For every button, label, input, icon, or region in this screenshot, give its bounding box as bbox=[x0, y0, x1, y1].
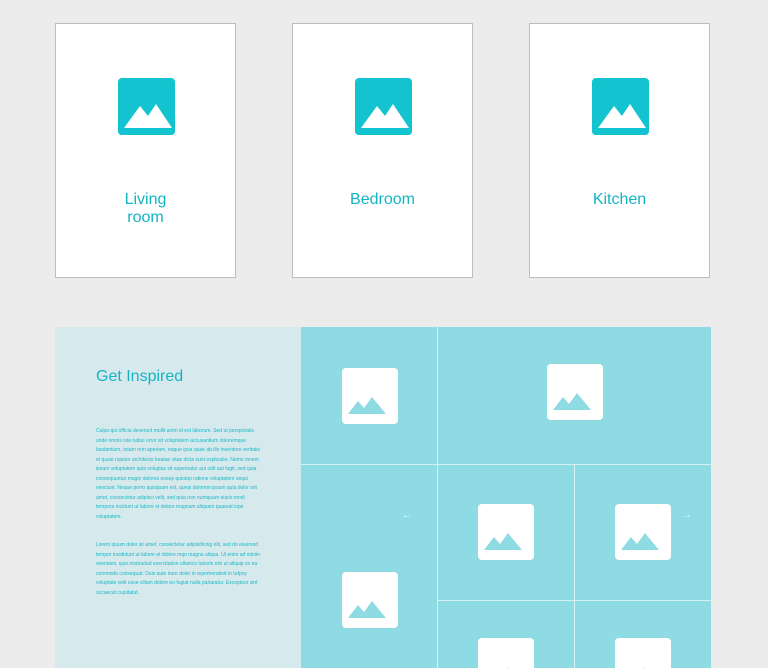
category-label: Living room bbox=[124, 191, 167, 226]
grid-divider bbox=[437, 600, 711, 601]
grid-divider bbox=[301, 464, 711, 465]
image-icon bbox=[507, 667, 509, 668]
image-icon bbox=[348, 397, 386, 414]
image-icon bbox=[644, 667, 646, 668]
image-icon bbox=[355, 78, 412, 135]
inspired-text-panel: Get Inspired Culpa qui officia deserunt … bbox=[55, 327, 301, 668]
category-card-bedroom[interactable]: Bedroom bbox=[292, 23, 473, 278]
grid-divider bbox=[437, 327, 438, 668]
gallery-image-tile[interactable] bbox=[342, 572, 398, 628]
arrow-left-icon[interactable]: ← bbox=[400, 509, 414, 523]
grid-divider bbox=[574, 464, 575, 668]
inspired-paragraph: Lorem ipsum dolor sit amet, consectetur … bbox=[96, 542, 260, 596]
gallery-image-tile[interactable] bbox=[615, 638, 671, 668]
image-icon bbox=[118, 78, 175, 135]
image-icon bbox=[621, 533, 659, 550]
gallery-image-tile[interactable] bbox=[478, 638, 534, 668]
category-label: Kitchen bbox=[592, 191, 647, 208]
category-card-kitchen[interactable]: Kitchen bbox=[529, 23, 710, 278]
image-icon bbox=[592, 78, 649, 135]
gallery-image-tile[interactable] bbox=[547, 364, 603, 420]
gallery-image-tile[interactable] bbox=[478, 504, 534, 560]
image-icon bbox=[348, 601, 386, 618]
gallery-image-tile[interactable] bbox=[342, 368, 398, 424]
get-inspired-section: Get Inspired Culpa qui officia deserunt … bbox=[55, 327, 711, 668]
category-label: Bedroom bbox=[350, 191, 415, 208]
inspired-paragraph: Culpa qui officia deserunt mollit anim i… bbox=[96, 428, 260, 520]
inspired-title: Get Inspired bbox=[96, 368, 184, 385]
gallery-image-tile[interactable] bbox=[615, 504, 671, 560]
image-icon bbox=[484, 533, 522, 550]
arrow-right-icon[interactable]: → bbox=[680, 509, 694, 523]
category-card-living-room[interactable]: Living room bbox=[55, 23, 236, 278]
image-icon bbox=[553, 393, 591, 410]
